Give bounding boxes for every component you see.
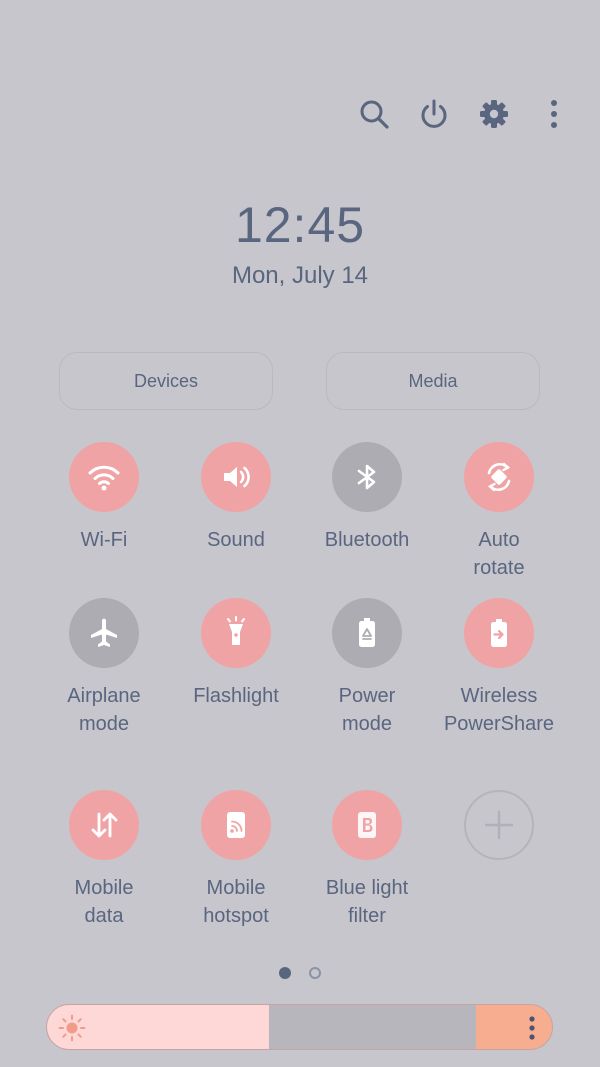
tile-airplane-mode-toggle[interactable] xyxy=(69,598,139,668)
media-button[interactable]: Media xyxy=(326,352,540,410)
add-tile-button[interactable] xyxy=(464,790,534,860)
brightness-sun-icon xyxy=(58,1014,86,1042)
flashlight-icon xyxy=(227,616,245,645)
tile-wireless-powershare-toggle[interactable] xyxy=(464,598,534,668)
tile-label: Wi-Fi xyxy=(80,529,128,551)
auto-rotate-icon xyxy=(487,462,511,492)
tile-label: Mobile hotspot xyxy=(203,877,269,927)
search-button[interactable] xyxy=(356,92,392,136)
search-icon xyxy=(360,100,389,129)
more-icon xyxy=(551,100,557,128)
tile-label: Bluetooth xyxy=(324,529,410,551)
tile-label: Flashlight xyxy=(193,685,279,707)
add-icon xyxy=(484,810,514,840)
tile-mobile-data-toggle[interactable] xyxy=(69,790,139,860)
tile-sound-toggle[interactable] xyxy=(201,442,271,512)
brightness-more-icon[interactable] xyxy=(524,1012,540,1044)
clock-date: Mon, July 14 xyxy=(231,262,369,289)
tile-wifi[interactable]: Wi-Fi xyxy=(38,442,170,554)
clock-time: 12:45 xyxy=(234,197,366,253)
tile-wireless-powershare[interactable]: Wireless PowerShare xyxy=(433,598,565,738)
tile-auto-rotate[interactable]: Auto rotate xyxy=(433,442,565,582)
sound-icon xyxy=(224,466,250,488)
page-indicator xyxy=(279,967,321,979)
more-options-button[interactable] xyxy=(536,92,572,136)
tile-auto-rotate-toggle[interactable] xyxy=(464,442,534,512)
wifi-icon xyxy=(88,465,120,491)
bluetooth-icon xyxy=(357,464,376,490)
brightness-slider[interactable] xyxy=(46,1004,553,1050)
tile-label: Blue light filter xyxy=(325,877,409,927)
tile-wifi-toggle[interactable] xyxy=(69,442,139,512)
tile-blue-light-filter-toggle[interactable] xyxy=(332,790,402,860)
settings-button[interactable] xyxy=(476,92,512,136)
wireless-powershare-icon xyxy=(491,619,507,647)
mobile-data-icon xyxy=(91,812,118,838)
tile-add[interactable] xyxy=(433,790,565,860)
power-button[interactable] xyxy=(416,92,452,136)
tile-label: Airplane mode xyxy=(67,685,141,735)
airplane-icon xyxy=(91,618,117,647)
tile-label: Power mode xyxy=(338,685,396,735)
tile-label: Wireless PowerShare xyxy=(443,685,555,735)
tile-bluetooth[interactable]: Bluetooth xyxy=(301,442,433,554)
power-mode-icon xyxy=(359,618,375,647)
tile-label: Auto rotate xyxy=(473,529,525,579)
page-dot-1[interactable] xyxy=(279,967,291,979)
blue-light-filter-icon xyxy=(358,812,376,838)
tile-sound[interactable]: Sound xyxy=(170,442,302,554)
power-icon xyxy=(421,99,447,128)
tile-label: Sound xyxy=(207,529,265,551)
devices-button[interactable]: Devices xyxy=(59,352,273,410)
mobile-hotspot-icon xyxy=(227,812,245,838)
tile-blue-light-filter[interactable]: Blue light filter xyxy=(301,790,433,930)
tile-mobile-hotspot[interactable]: Mobile hotspot xyxy=(170,790,302,930)
page-dot-2[interactable] xyxy=(309,967,321,979)
top-action-bar xyxy=(356,92,572,136)
tile-mobile-hotspot-toggle[interactable] xyxy=(201,790,271,860)
tile-bluetooth-toggle[interactable] xyxy=(332,442,402,512)
tile-mobile-data[interactable]: Mobile data xyxy=(38,790,170,930)
tile-power-mode-toggle[interactable] xyxy=(332,598,402,668)
settings-icon xyxy=(480,100,508,128)
tile-label: Mobile data xyxy=(74,877,134,927)
tile-airplane-mode[interactable]: Airplane mode xyxy=(38,598,170,738)
tile-flashlight-toggle[interactable] xyxy=(201,598,271,668)
tile-power-mode[interactable]: Power mode xyxy=(301,598,433,738)
brightness-options-area xyxy=(476,1005,552,1049)
tile-flashlight[interactable]: Flashlight xyxy=(170,598,302,710)
